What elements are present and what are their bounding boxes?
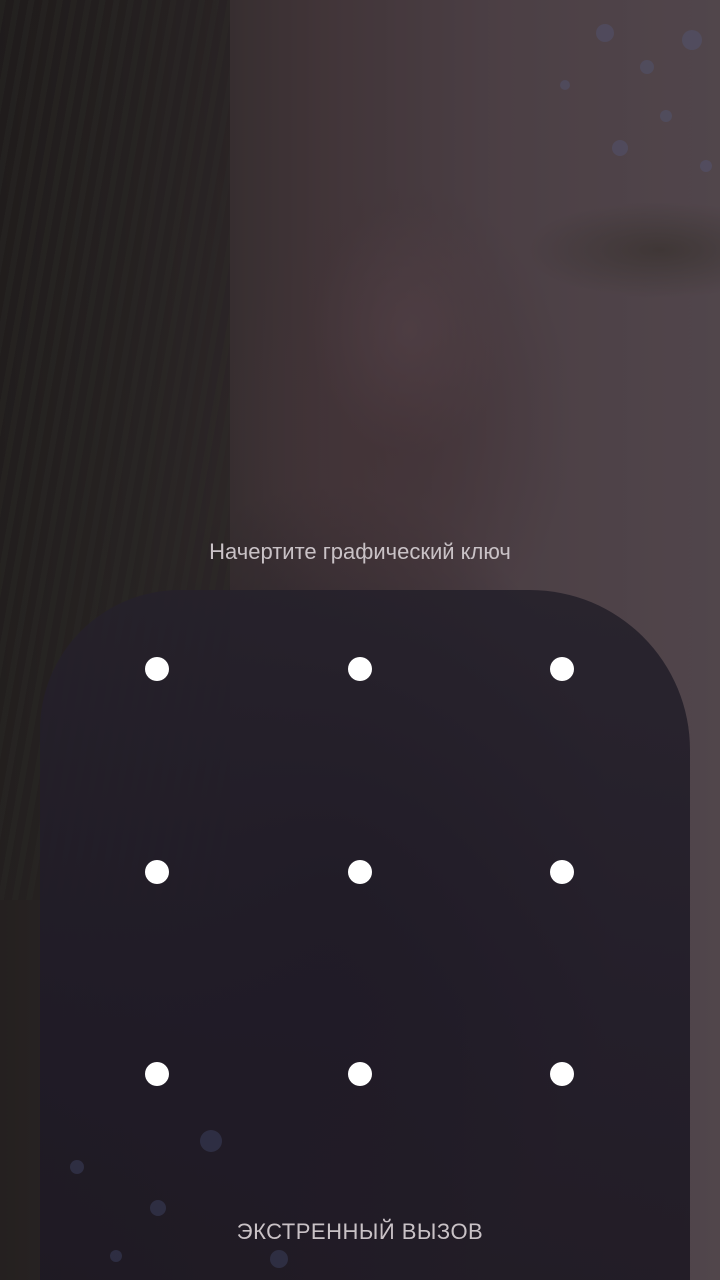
wallpaper-image: [0, 0, 720, 1280]
pattern-dot-8[interactable]: [348, 1062, 372, 1086]
pattern-dot-2[interactable]: [348, 657, 372, 681]
pattern-dot-1[interactable]: [145, 657, 169, 681]
lock-screen: Начертите графический ключ ЭКСТРЕННЫЙ ВЫ…: [0, 0, 720, 1280]
emergency-call-button[interactable]: ЭКСТРЕННЫЙ ВЫЗОВ: [0, 1216, 720, 1248]
pattern-dot-5[interactable]: [348, 860, 372, 884]
pattern-prompt: Начертите графический ключ: [209, 539, 511, 564]
wallpaper-dim-overlay: [0, 0, 720, 1280]
pattern-dot-6[interactable]: [550, 860, 574, 884]
pattern-dot-9[interactable]: [550, 1062, 574, 1086]
pattern-dot-7[interactable]: [145, 1062, 169, 1086]
pattern-dot-4[interactable]: [145, 860, 169, 884]
pattern-dot-3[interactable]: [550, 657, 574, 681]
